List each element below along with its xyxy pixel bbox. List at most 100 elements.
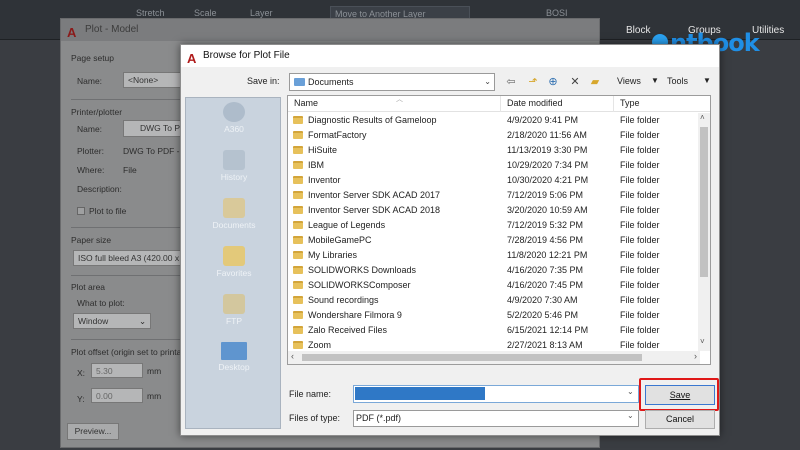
- file-row[interactable]: Inventor Server SDK ACAD 2017 7/12/2019 5…: [288, 188, 700, 203]
- up-folder-icon[interactable]: ⬏: [525, 75, 541, 89]
- plot-offset-heading: Plot offset (origin set to printa: [71, 347, 182, 357]
- new-folder-icon[interactable]: ▰: [587, 75, 603, 89]
- scroll-left-icon[interactable]: ‹: [291, 351, 294, 361]
- place-documents[interactable]: Documents: [186, 198, 282, 244]
- file-date: 5/2/2020 5:46 PM: [507, 310, 579, 320]
- files-of-type-select[interactable]: PDF (*.pdf): [353, 410, 639, 427]
- divider: [71, 99, 181, 100]
- file-name: HiSuite: [308, 145, 338, 155]
- search-web-icon[interactable]: ⊕: [545, 75, 561, 89]
- file-date: 6/15/2021 12:14 PM: [507, 325, 589, 335]
- file-row[interactable]: My Libraries 11/8/2020 12:21 PM File folde…: [288, 248, 700, 263]
- file-name: SOLIDWORKS Downloads: [308, 265, 417, 275]
- file-row[interactable]: Sound recordings 4/9/2020 7:30 AM File fol…: [288, 293, 700, 308]
- file-row[interactable]: Diagnostic Results of Gameloop 4/9/2020 9…: [288, 113, 700, 128]
- file-row[interactable]: SOLIDWORKSComposer 4/16/2020 7:45 PM File …: [288, 278, 700, 293]
- views-menu[interactable]: Views: [617, 76, 641, 86]
- column-header-name[interactable]: Name: [294, 98, 318, 108]
- page-setup-heading: Page setup: [71, 53, 115, 63]
- scroll-thumb[interactable]: [302, 354, 642, 361]
- cancel-button[interactable]: Cancel: [645, 410, 715, 429]
- divider: [71, 339, 181, 340]
- file-row[interactable]: League of Legends 7/12/2019 5:32 PM File f…: [288, 218, 700, 233]
- file-name-selection: [355, 387, 485, 400]
- plotter-value: DWG To PDF - I: [123, 146, 185, 156]
- plot-dialog-title: Plot - Model: [85, 24, 139, 35]
- offset-x-input[interactable]: 5.30: [91, 363, 143, 378]
- offset-y-label: Y:: [77, 394, 85, 404]
- file-date: 2/27/2021 8:13 AM: [507, 340, 583, 350]
- save-in-select[interactable]: Documents ⌄: [289, 73, 495, 91]
- file-row[interactable]: HiSuite 11/13/2019 3:30 PM File folder: [288, 143, 700, 158]
- scroll-thumb[interactable]: [700, 127, 708, 277]
- scroll-down-icon[interactable]: ˅: [700, 337, 705, 346]
- paper-size-select[interactable]: ISO full bleed A3 (420.00 x 2: [73, 250, 183, 266]
- file-type: File folder: [620, 205, 660, 215]
- checkbox-icon: [77, 207, 85, 215]
- file-row[interactable]: Wondershare Filmora 9 5/2/2020 5:46 PM Fil…: [288, 308, 700, 323]
- file-row[interactable]: SOLIDWORKS Downloads 4/16/2020 7:35 PM Fil…: [288, 263, 700, 278]
- chevron-down-icon[interactable]: ▼: [651, 76, 659, 85]
- tools-menu[interactable]: Tools: [667, 76, 688, 86]
- file-row[interactable]: MobileGamePC 7/28/2019 4:56 PM File folder: [288, 233, 700, 248]
- file-row[interactable]: Zoom 2/27/2021 8:13 AM File folder: [288, 338, 700, 351]
- chevron-down-icon[interactable]: ⌄: [627, 387, 634, 396]
- file-date: 10/29/2020 7:34 PM: [507, 160, 589, 170]
- file-date: 7/12/2019 5:06 PM: [507, 190, 584, 200]
- file-name: Diagnostic Results of Gameloop: [308, 115, 437, 125]
- file-type: File folder: [620, 295, 660, 305]
- file-row[interactable]: Inventor 10/30/2020 4:21 PM File folder: [288, 173, 700, 188]
- folder-icon: [293, 131, 303, 139]
- plot-to-file-checkbox[interactable]: Plot to file: [77, 206, 126, 216]
- browse-dialog-titlebar: A Browse for Plot File: [181, 45, 719, 67]
- offset-y-input[interactable]: 0.00: [91, 388, 143, 403]
- ribbon-tab-block[interactable]: Block: [626, 24, 650, 38]
- horizontal-scrollbar[interactable]: ‹ ›: [288, 351, 700, 364]
- file-name: IBM: [308, 160, 325, 170]
- what-to-plot-label: What to plot:: [77, 298, 125, 308]
- folder-icon: [293, 311, 303, 319]
- column-header-date[interactable]: Date modified: [507, 98, 563, 108]
- column-separator[interactable]: [613, 96, 614, 112]
- file-row[interactable]: FormatFactory 2/18/2020 11:56 AM File fold…: [288, 128, 700, 143]
- place-ftp[interactable]: FTP: [186, 294, 282, 340]
- folder-icon: [293, 176, 303, 184]
- file-row[interactable]: Inventor Server SDK ACAD 2018 3/20/2020 1…: [288, 203, 700, 218]
- back-arrow-icon[interactable]: ⇦: [503, 75, 519, 89]
- file-name: Inventor Server SDK ACAD 2018: [308, 205, 441, 215]
- scroll-right-icon[interactable]: ›: [694, 351, 697, 361]
- vertical-scrollbar[interactable]: ˄ ˅: [698, 113, 710, 351]
- place-history[interactable]: History: [186, 150, 282, 196]
- file-type: File folder: [620, 130, 660, 140]
- file-name-label: File name:: [289, 389, 332, 399]
- column-header-type[interactable]: Type: [620, 98, 640, 108]
- where-value: File: [123, 165, 137, 175]
- file-row[interactable]: Zalo Received Files 6/15/2021 12:14 PM Fil…: [288, 323, 700, 338]
- file-row[interactable]: IBM 10/29/2020 7:34 PM File folder: [288, 158, 700, 173]
- file-date: 11/13/2019 3:30 PM: [507, 145, 588, 155]
- preview-button[interactable]: Preview...: [67, 423, 119, 440]
- place-a360[interactable]: A360: [186, 102, 282, 148]
- file-type: File folder: [620, 115, 660, 125]
- plotter-label: Plotter:: [77, 146, 104, 156]
- chevron-down-icon[interactable]: ⌄: [627, 411, 634, 420]
- scroll-up-icon[interactable]: ˄: [700, 113, 705, 122]
- chevron-down-icon: ⌄: [139, 316, 147, 326]
- save-in-label: Save in:: [247, 76, 280, 86]
- page-setup-name-select[interactable]: <None>: [123, 72, 183, 88]
- autocad-icon: A: [67, 25, 77, 40]
- printer-name-select[interactable]: DWG To P: [123, 120, 183, 137]
- save-button[interactable]: Save: [645, 385, 715, 405]
- place-favorites[interactable]: Favorites: [186, 246, 282, 292]
- place-desktop[interactable]: Desktop: [186, 342, 282, 388]
- file-type: File folder: [620, 175, 660, 185]
- folder-icon: [293, 161, 303, 169]
- file-list[interactable]: ︿ Name Date modified Type Diagnostic Res…: [287, 95, 711, 365]
- chevron-down-icon[interactable]: ▼: [703, 76, 711, 85]
- delete-icon[interactable]: ✕: [567, 75, 583, 89]
- column-separator[interactable]: [500, 96, 501, 112]
- files-of-type-label: Files of type:: [289, 413, 341, 423]
- file-date: 2/18/2020 11:56 AM: [507, 130, 587, 140]
- file-type: File folder: [620, 280, 660, 290]
- plot-dialog-titlebar: A Plot - Model: [61, 19, 599, 41]
